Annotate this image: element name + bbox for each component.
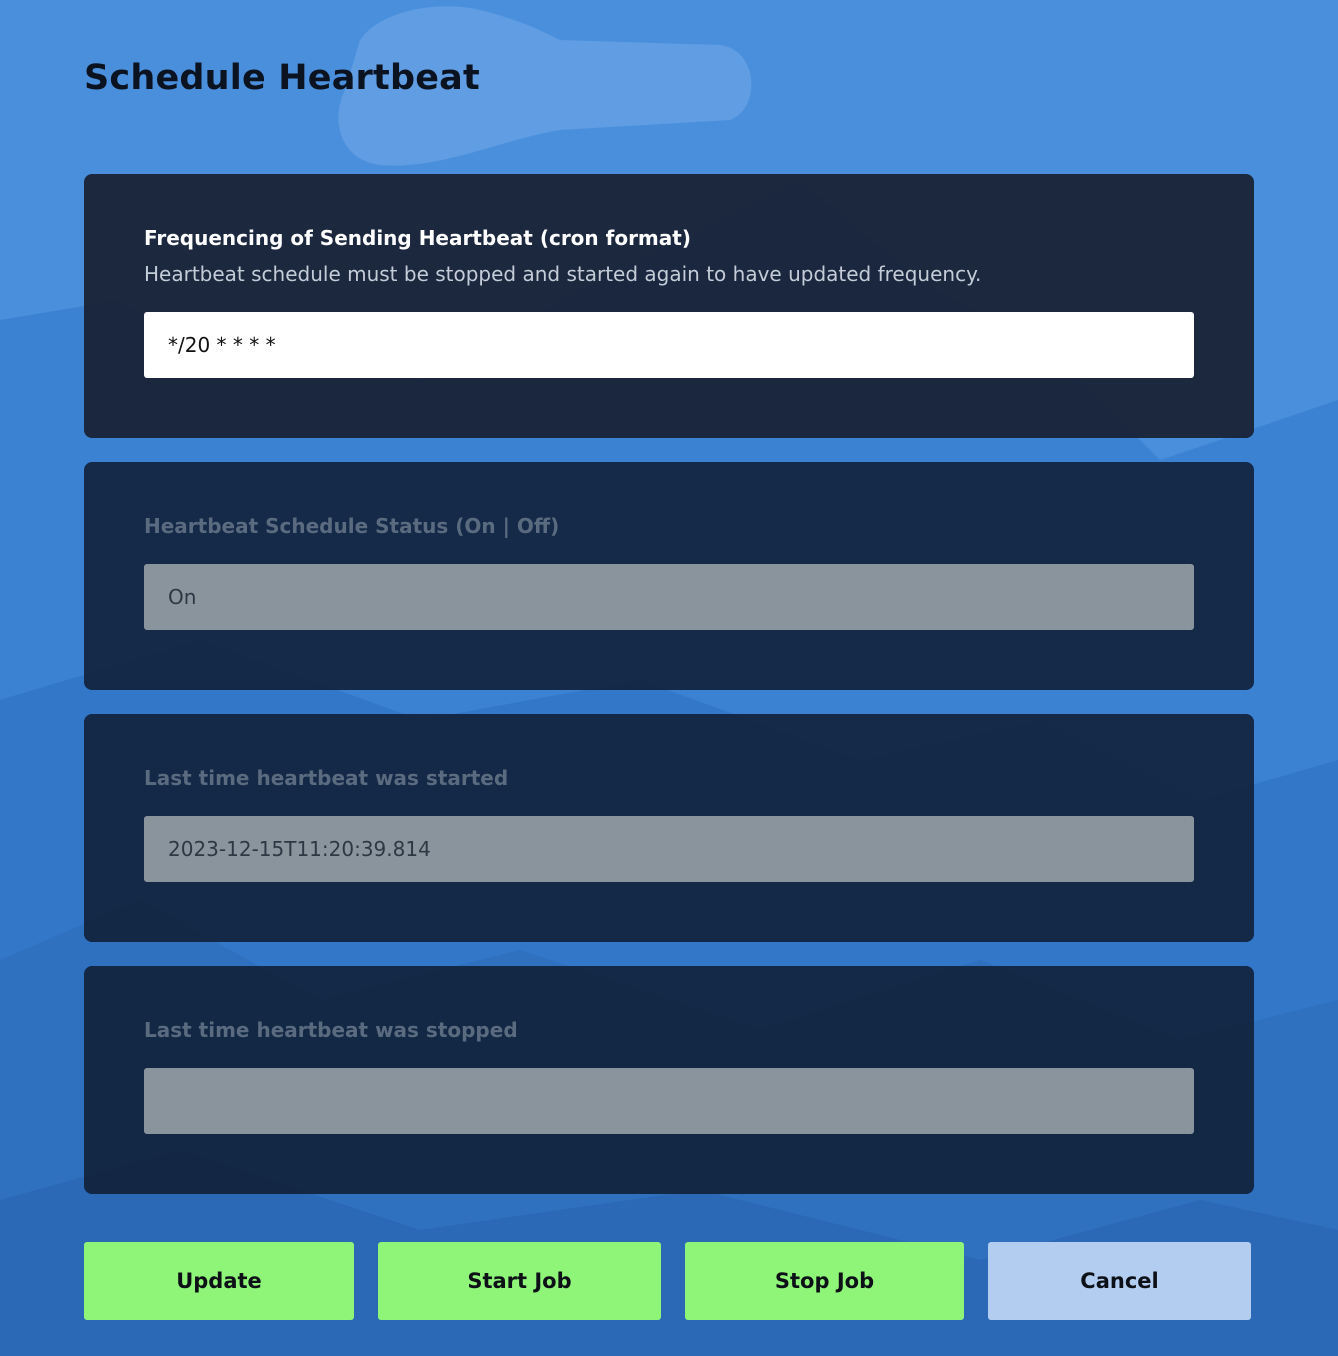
page-title: Schedule Heartbeat <box>84 58 480 98</box>
last-stopped-label: Last time heartbeat was stopped <box>144 1018 518 1042</box>
start-job-button[interactable]: Start Job <box>378 1242 661 1320</box>
last-started-panel: Last time heartbeat was started <box>84 714 1254 942</box>
frequency-help-text: Heartbeat schedule must be stopped and s… <box>144 262 982 286</box>
last-stopped-input <box>144 1068 1194 1134</box>
status-panel: Heartbeat Schedule Status (On | Off) <box>84 462 1254 690</box>
status-label: Heartbeat Schedule Status (On | Off) <box>144 514 560 538</box>
stop-job-button[interactable]: Stop Job <box>685 1242 964 1320</box>
status-input <box>144 564 1194 630</box>
last-started-label: Last time heartbeat was started <box>144 766 509 790</box>
frequency-panel: Frequencing of Sending Heartbeat (cron f… <box>84 174 1254 438</box>
schedule-heartbeat-form: Schedule Heartbeat Frequencing of Sendin… <box>0 0 1338 1356</box>
frequency-label: Frequencing of Sending Heartbeat (cron f… <box>144 226 691 250</box>
cancel-button[interactable]: Cancel <box>988 1242 1251 1320</box>
last-started-input <box>144 816 1194 882</box>
update-button[interactable]: Update <box>84 1242 354 1320</box>
frequency-input[interactable] <box>144 312 1194 378</box>
last-stopped-panel: Last time heartbeat was stopped <box>84 966 1254 1194</box>
